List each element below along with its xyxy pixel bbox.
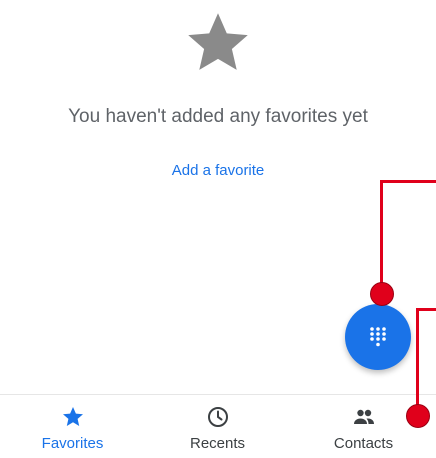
- clock-icon: [208, 407, 228, 427]
- add-favorite-link[interactable]: Add a favorite: [138, 158, 298, 184]
- nav-label-contacts: Contacts: [333, 435, 394, 452]
- annotation-marker: [406, 404, 430, 428]
- nav-label-favorites: Favorites: [41, 435, 104, 452]
- nav-label-recents: Recents: [189, 435, 246, 452]
- phone-favorites-screen: You haven't added any favorites yet Add …: [0, 0, 436, 458]
- star-icon: [63, 407, 83, 426]
- empty-state-message: You haven't added any favorites yet: [68, 106, 368, 127]
- dialpad-icon: [370, 327, 386, 347]
- annotation-line: [416, 308, 419, 412]
- dialpad-button[interactable]: [345, 304, 411, 370]
- nav-item-recents[interactable]: Recents: [145, 395, 290, 458]
- bottom-navigation: Favorites Recents Contacts: [0, 394, 436, 458]
- nav-item-favorites[interactable]: Favorites: [0, 395, 145, 458]
- annotation-marker: [370, 282, 394, 306]
- annotation-line: [380, 180, 436, 183]
- star-icon: [188, 13, 248, 70]
- annotation-line: [380, 180, 383, 292]
- annotation-line: [416, 308, 436, 311]
- people-icon: [354, 409, 374, 424]
